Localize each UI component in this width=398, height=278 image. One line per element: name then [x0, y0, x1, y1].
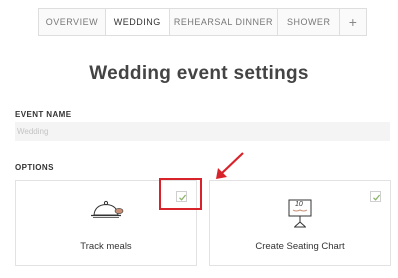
annotation-highlight-box	[159, 178, 202, 210]
annotation-arrow	[216, 152, 244, 179]
